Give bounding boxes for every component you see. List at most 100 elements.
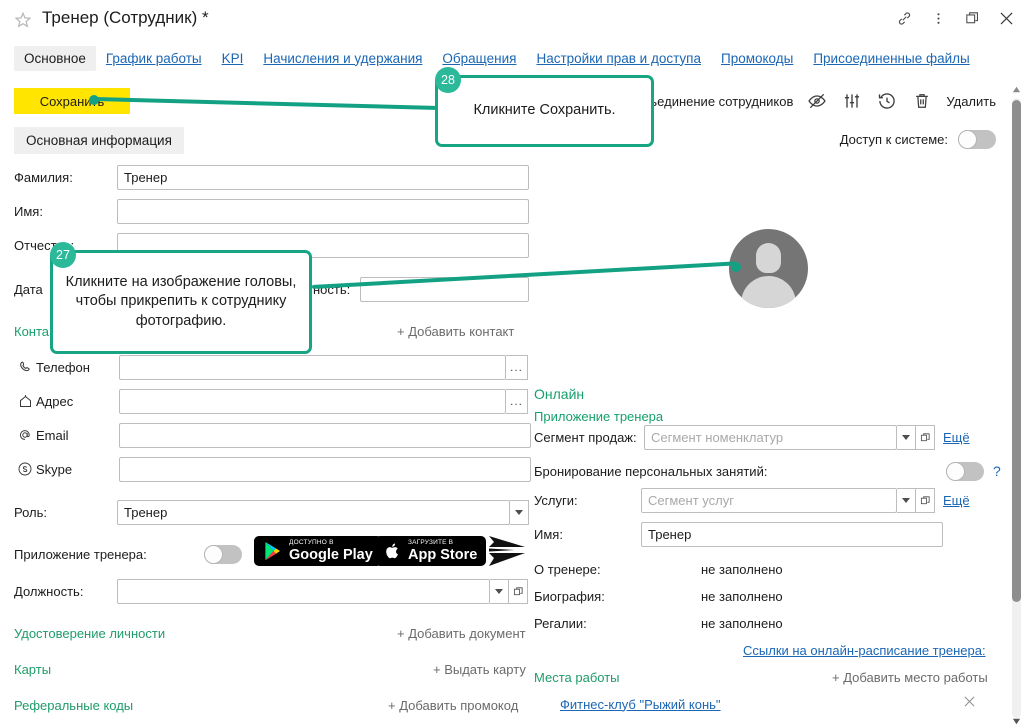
identity-doc-label[interactable]: Удостоверение личности [14, 626, 165, 641]
add-workplace-action[interactable]: + Добавить место работы [832, 665, 988, 689]
online-header-label: Онлайн [534, 386, 585, 402]
callout-28-leader-line [93, 97, 446, 111]
trainer-app-label: Приложение тренера: [14, 546, 147, 562]
avatar-body-shape [741, 276, 796, 308]
app-store-badge[interactable]: Загрузите в App Store [375, 536, 487, 566]
tab-bar: Основное График работы KPI Начисления и … [0, 44, 1024, 72]
issue-card-label[interactable]: + Выдать карту [433, 662, 526, 677]
kebab-menu-icon[interactable] [928, 8, 948, 28]
regalia-label: Регалии: [534, 615, 587, 631]
services-input[interactable]: Сегмент услуг [641, 487, 897, 513]
sales-segment-chevron-down-icon[interactable] [897, 424, 916, 450]
tab-nachisleniya[interactable]: Начисления и удержания [253, 46, 432, 71]
vertical-scrollbar[interactable] [1008, 84, 1024, 728]
field-biography: Биография: не заполнено [534, 584, 783, 608]
tab-prisoedinennye-fayly[interactable]: Присоединенные файлы [803, 46, 979, 71]
field-regalia: Регалии: не заполнено [534, 611, 783, 635]
booking-toggle[interactable] [946, 461, 984, 481]
regalia-value[interactable]: не заполнено [701, 616, 783, 631]
firstname-input[interactable] [117, 198, 529, 224]
lastname-label: Фамилия: [14, 169, 73, 185]
add-promocode-action[interactable]: + Добавить промокод [388, 693, 518, 717]
workplace-list-item: Фитнес-клуб "Рыжий конь" [560, 692, 1000, 716]
phone-more-button[interactable]: ... [506, 354, 528, 380]
scrollbar-thumb[interactable] [1012, 100, 1021, 602]
callout-28-number: 28 [435, 67, 461, 93]
tab-osnovnoe[interactable]: Основное [14, 45, 96, 71]
about-trainer-value[interactable]: не заполнено [701, 562, 783, 577]
add-document-label[interactable]: + Добавить документ [397, 626, 526, 641]
trash-icon[interactable] [911, 90, 933, 112]
tab-promokody[interactable]: Промокоды [711, 46, 803, 71]
toolbar-actions: Объединение сотрудников Удалить [632, 88, 996, 114]
services-more-link[interactable]: Ещё [943, 493, 970, 508]
address-more-button[interactable]: ... [506, 388, 528, 414]
avatar-head-shape [756, 243, 781, 273]
services-chevron-down-icon[interactable] [897, 487, 916, 513]
field-firstname: Имя: [14, 198, 529, 224]
send-arrow-icon[interactable] [487, 534, 527, 571]
add-contact-label[interactable]: + Добавить контакт [397, 324, 514, 339]
add-promocode-label[interactable]: + Добавить промокод [388, 698, 518, 713]
position-dropdown-chevron-down-icon[interactable] [490, 578, 509, 604]
biography-label: Биография: [534, 588, 605, 604]
section-header-main-info[interactable]: Основная информация [14, 127, 184, 154]
tab-nastroyki-prav[interactable]: Настройки прав и доступа [526, 46, 711, 71]
scroll-up-arrow-icon[interactable] [1011, 84, 1021, 94]
sales-segment-open-icon[interactable] [916, 424, 935, 450]
referral-codes-label[interactable]: Реферальные коды [14, 698, 133, 713]
add-workplace-label[interactable]: + Добавить место работы [832, 670, 988, 685]
restore-window-icon[interactable] [962, 8, 982, 28]
phone-input[interactable] [119, 354, 506, 380]
services-open-icon[interactable] [916, 487, 935, 513]
employee-avatar[interactable] [729, 229, 808, 308]
online-section-header: Онлайн [534, 382, 584, 406]
sales-segment-more-link[interactable]: Ещё [943, 430, 970, 445]
sales-segment-label: Сегмент продаж: [534, 429, 637, 445]
workplace-name[interactable]: Фитнес-клуб "Рыжий конь" [560, 697, 721, 712]
delete-button-label[interactable]: Удалить [946, 94, 996, 109]
add-contact-action[interactable]: + Добавить контакт [397, 319, 514, 343]
position-input[interactable] [117, 578, 490, 604]
window-titlebar: Тренер (Сотрудник) * [0, 0, 1024, 40]
online-name-input[interactable]: Тренер [641, 521, 943, 547]
booking-help-icon[interactable]: ? [993, 463, 1001, 479]
cards-label[interactable]: Карты [14, 662, 51, 677]
eye-off-icon[interactable] [806, 90, 828, 112]
schedule-links-row: Ссылки на онлайн-расписание тренера: [743, 638, 986, 662]
trainer-app-header-label: Приложение тренера [534, 408, 664, 424]
position-open-icon[interactable] [509, 578, 528, 604]
email-input[interactable] [119, 422, 531, 448]
close-window-icon[interactable] [996, 8, 1016, 28]
address-input[interactable] [119, 388, 506, 414]
merge-employees-label[interactable]: Объединение сотрудников [632, 94, 793, 109]
trainer-app-row: Приложение тренера: [14, 538, 242, 570]
issue-card-action[interactable]: + Выдать карту [433, 657, 526, 681]
link-icon[interactable] [894, 8, 914, 28]
history-clock-icon[interactable] [876, 90, 898, 112]
tab-grafik-raboty[interactable]: График работы [96, 46, 212, 71]
add-document-action[interactable]: + Добавить документ [397, 621, 526, 645]
google-play-small-label: ДОСТУПНО В [289, 538, 334, 546]
contact-row-skype: Skype [14, 456, 531, 482]
tab-kpi[interactable]: KPI [212, 46, 254, 71]
biography-value[interactable]: не заполнено [701, 589, 783, 604]
workplace-remove-close-icon[interactable] [961, 693, 978, 715]
google-play-badge[interactable]: ДОСТУПНО В Google Play [254, 536, 382, 566]
field-lastname: Фамилия: Тренер [14, 164, 529, 190]
sales-segment-input[interactable]: Сегмент номенклатур [644, 424, 897, 450]
lastname-input[interactable]: Тренер [117, 164, 529, 190]
system-access-toggle[interactable] [958, 130, 996, 149]
trainer-app-toggle[interactable] [204, 544, 242, 564]
favorite-star-icon[interactable] [14, 11, 32, 29]
settings-sliders-icon[interactable] [841, 90, 863, 112]
role-dropdown-chevron-down-icon[interactable] [510, 499, 529, 525]
scroll-down-arrow-icon[interactable] [1011, 716, 1021, 726]
callout-28: 28 Кликните Сохранить. [435, 67, 654, 147]
skype-input[interactable] [119, 456, 531, 482]
workplaces-label[interactable]: Места работы [534, 670, 620, 685]
phone-icon [14, 360, 36, 375]
role-input[interactable]: Тренер [117, 499, 510, 525]
contacts-header-label: Конта [14, 323, 50, 339]
schedule-links-label[interactable]: Ссылки на онлайн-расписание тренера: [743, 643, 986, 658]
